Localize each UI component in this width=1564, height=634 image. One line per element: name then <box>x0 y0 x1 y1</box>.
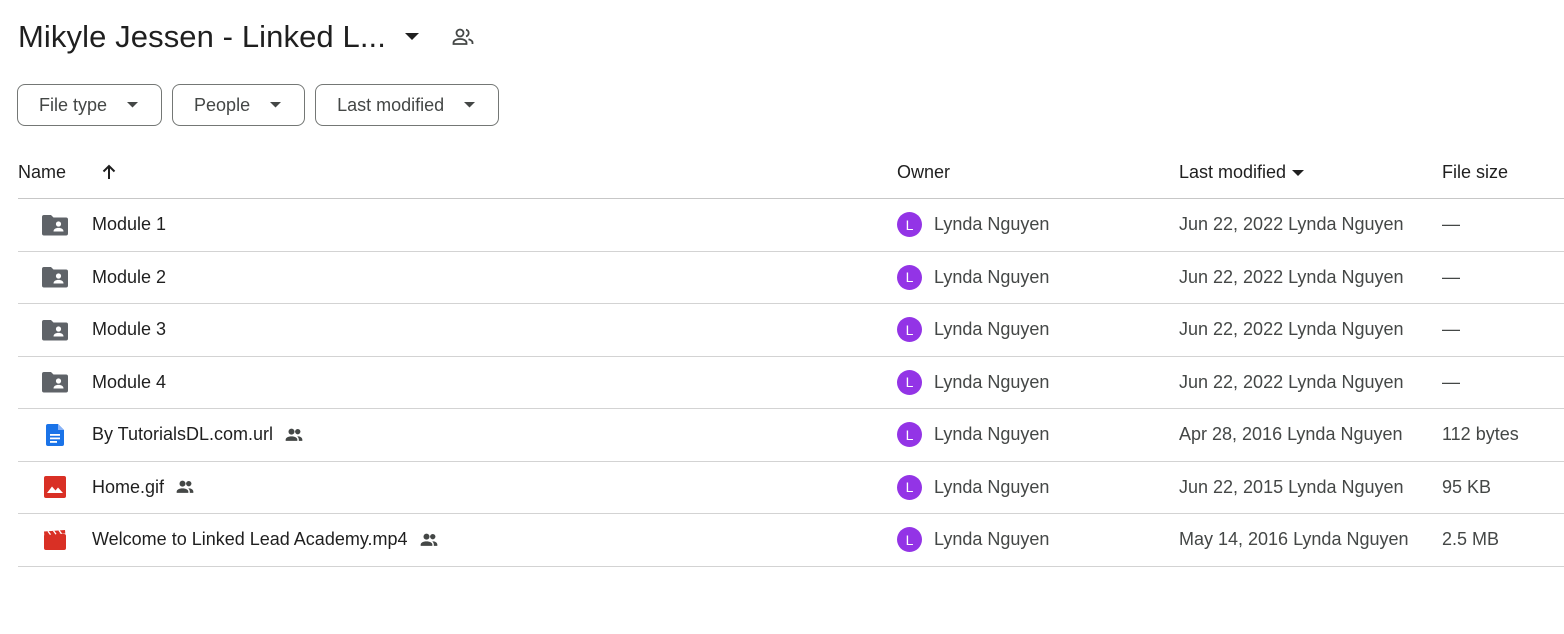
shared-people-icon <box>419 529 441 551</box>
chevron-down-icon <box>464 99 476 111</box>
last-modified-filter[interactable]: Last modified <box>315 84 500 126</box>
chevron-down-icon <box>127 99 139 111</box>
filter-label: Last modified <box>337 94 445 115</box>
owner-name: Lynda Nguyen <box>934 319 1050 340</box>
last-modified-cell: Jun 22, 2022 Lynda Nguyen <box>1179 319 1404 340</box>
file-rows: Module 1 L Lynda Nguyen Jun 22, 2022 Lyn… <box>18 199 1564 567</box>
owner-name: Lynda Nguyen <box>934 214 1050 235</box>
owner-name: Lynda Nguyen <box>934 371 1050 392</box>
file-name-cell: Module 2 <box>92 252 166 304</box>
shared-folder-icon <box>42 304 68 356</box>
owner-cell: L Lynda Nguyen <box>897 252 1049 304</box>
video-file-icon <box>42 514 68 566</box>
filter-bar: File type People Last modified <box>17 84 500 126</box>
file-size-cell: 2.5 MB <box>1442 529 1500 550</box>
owner-cell: L Lynda Nguyen <box>897 199 1049 251</box>
table-row[interactable]: Module 2 L Lynda Nguyen Jun 22, 2022 Lyn… <box>18 252 1564 304</box>
file-name: Module 1 <box>92 214 167 235</box>
file-size-cell: — <box>1442 319 1460 340</box>
avatar: L <box>897 212 922 238</box>
owner-name: Lynda Nguyen <box>934 424 1050 445</box>
table-header: Name Owner Last modified File size <box>18 146 1564 199</box>
file-size-cell: 95 KB <box>1442 476 1492 497</box>
owner-cell: L Lynda Nguyen <box>897 357 1049 409</box>
last-modified-cell: Jun 22, 2022 Lynda Nguyen <box>1179 214 1404 235</box>
shared-people-icon <box>284 424 306 446</box>
table-row[interactable]: Home.gif L Lynda Nguyen Jun 22, 2015 Lyn… <box>18 462 1564 514</box>
owner-cell: L Lynda Nguyen <box>897 304 1049 356</box>
filter-label: People <box>194 94 251 115</box>
file-name-cell: Module 1 <box>92 199 166 251</box>
table-row[interactable]: Module 1 L Lynda Nguyen Jun 22, 2022 Lyn… <box>18 199 1564 252</box>
owner-name: Lynda Nguyen <box>934 266 1050 287</box>
file-name-cell: By TutorialsDL.com.url <box>92 409 306 461</box>
shared-folder-icon <box>42 357 68 409</box>
folder-title[interactable]: Mikyle Jessen - Linked L... <box>18 19 386 55</box>
file-type-filter[interactable]: File type <box>17 84 163 126</box>
column-header-owner[interactable]: Owner <box>897 146 950 199</box>
column-header-last-modified[interactable]: Last modified <box>1179 146 1306 199</box>
table-row[interactable]: Welcome to Linked Lead Academy.mp4 L Lyn… <box>18 514 1564 567</box>
page-header: Mikyle Jessen - Linked L... <box>18 14 476 60</box>
owner-name: Lynda Nguyen <box>934 529 1050 550</box>
file-name: Module 2 <box>92 266 167 287</box>
file-name-cell: Module 3 <box>92 304 166 356</box>
avatar: L <box>897 527 922 553</box>
avatar: L <box>897 264 922 290</box>
file-name-cell: Welcome to Linked Lead Academy.mp4 <box>92 514 441 566</box>
owner-name: Lynda Nguyen <box>934 476 1050 497</box>
file-size-cell: — <box>1442 266 1460 287</box>
file-name-cell: Module 4 <box>92 357 166 409</box>
shared-folder-icon <box>42 252 68 304</box>
table-row[interactable]: By TutorialsDL.com.url L Lynda Nguyen Ap… <box>18 409 1564 462</box>
arrow-drop-down-icon <box>1292 166 1306 180</box>
last-modified-cell: Jun 22, 2022 Lynda Nguyen <box>1179 266 1404 287</box>
avatar: L <box>897 317 922 343</box>
file-name-cell: Home.gif <box>92 462 197 514</box>
arrow-up-icon[interactable] <box>98 161 120 183</box>
column-header-name[interactable]: Name <box>18 146 66 199</box>
image-file-icon <box>42 462 68 514</box>
file-name: By TutorialsDL.com.url <box>92 424 274 445</box>
file-size-cell: — <box>1442 214 1460 235</box>
column-header-file-size[interactable]: File size <box>1442 146 1508 199</box>
owner-cell: L Lynda Nguyen <box>897 409 1049 461</box>
avatar: L <box>897 369 922 395</box>
column-header-label: Last modified <box>1179 162 1287 182</box>
last-modified-cell: Apr 28, 2016 Lynda Nguyen <box>1179 424 1403 445</box>
shared-folder-icon <box>42 199 68 251</box>
filter-label: File type <box>39 94 108 115</box>
file-size-cell: — <box>1442 371 1460 392</box>
owner-cell: L Lynda Nguyen <box>897 462 1049 514</box>
shared-people-icon <box>175 476 197 498</box>
last-modified-cell: Jun 22, 2015 Lynda Nguyen <box>1179 476 1404 497</box>
docs-file-icon <box>42 409 68 461</box>
owner-cell: L Lynda Nguyen <box>897 514 1049 566</box>
last-modified-cell: Jun 22, 2022 Lynda Nguyen <box>1179 371 1404 392</box>
file-name: Module 3 <box>92 319 167 340</box>
file-name: Module 4 <box>92 371 167 392</box>
table-row[interactable]: Module 4 L Lynda Nguyen Jun 22, 2022 Lyn… <box>18 357 1564 409</box>
file-name: Home.gif <box>92 476 165 497</box>
file-name: Welcome to Linked Lead Academy.mp4 <box>92 529 408 550</box>
chevron-down-icon <box>270 99 282 111</box>
file-list: Name Owner Last modified File size Modul… <box>18 146 1564 567</box>
people-filter[interactable]: People <box>172 84 306 126</box>
arrow-drop-down-icon[interactable] <box>400 25 424 49</box>
last-modified-cell: May 14, 2016 Lynda Nguyen <box>1179 529 1409 550</box>
table-row[interactable]: Module 3 L Lynda Nguyen Jun 22, 2022 Lyn… <box>18 304 1564 357</box>
avatar: L <box>897 422 922 448</box>
avatar: L <box>897 474 922 500</box>
file-size-cell: 112 bytes <box>1442 424 1519 445</box>
people-outline-icon[interactable] <box>450 24 476 50</box>
